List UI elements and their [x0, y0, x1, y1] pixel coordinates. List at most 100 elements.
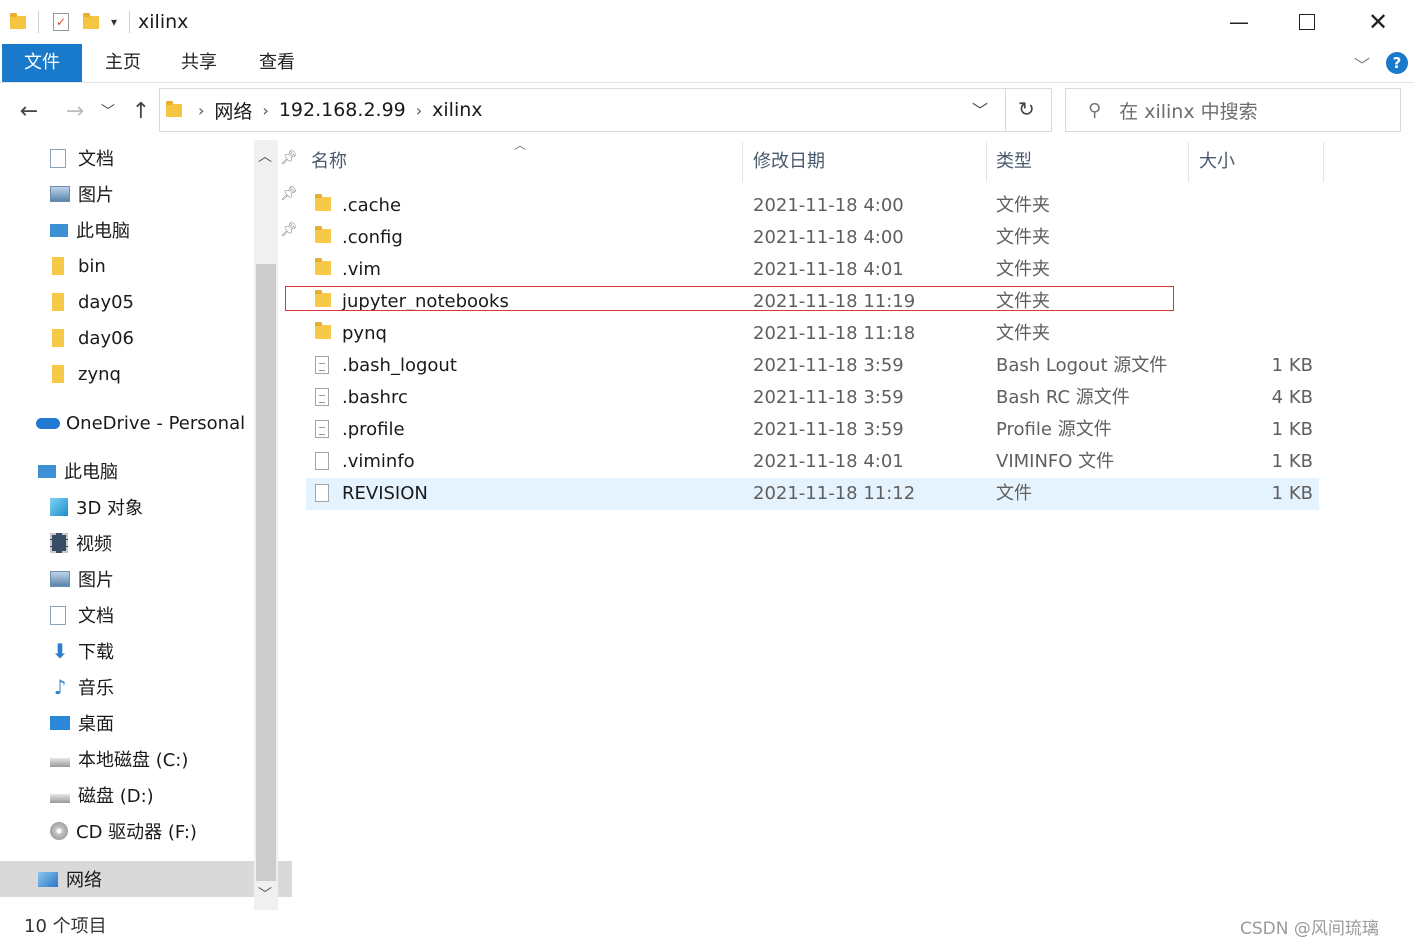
expand-ribbon-icon[interactable]: ﹀	[1354, 52, 1370, 76]
folder-icon	[52, 329, 64, 347]
onedrive-icon	[36, 417, 60, 429]
pin-icon[interactable]: 📌︎	[280, 186, 298, 202]
column-divider[interactable]	[1323, 142, 1324, 182]
chevron-right-icon[interactable]: ›	[416, 101, 422, 120]
file-row-config[interactable]: .config 2021-11-18 4:00 文件夹	[306, 222, 1319, 254]
explorer-folder-icon[interactable]	[10, 12, 26, 29]
nav-item-label: bin	[78, 255, 106, 277]
crumb-folder[interactable]: xilinx	[432, 99, 482, 121]
forward-button[interactable]: →	[58, 94, 92, 128]
file-size: 4 KB	[1271, 387, 1313, 408]
file-name: pynq	[342, 323, 387, 344]
file-name: .viminfo	[342, 451, 415, 472]
close-button[interactable]: ✕	[1343, 0, 1413, 44]
file-row-bashrc[interactable]: .bashrc 2021-11-18 3:59 Bash RC 源文件 4 KB	[306, 382, 1319, 414]
pin-icon[interactable]: 📌︎	[280, 222, 298, 238]
scroll-down-icon[interactable]: ﹀	[258, 884, 272, 904]
file-row-revision[interactable]: REVISION 2021-11-18 11:12 文件 1 KB	[306, 478, 1319, 510]
documents-icon	[50, 148, 66, 168]
file-date: 2021-11-18 3:59	[753, 355, 904, 376]
file-type: 文件夹	[996, 259, 1050, 280]
pictures-icon	[50, 186, 70, 202]
refresh-icon[interactable]: ↻	[1018, 97, 1035, 121]
nav-item-network[interactable]: 网络	[0, 861, 292, 897]
tab-view[interactable]: 查看	[248, 44, 306, 82]
file-type: Bash Logout 源文件	[996, 355, 1168, 376]
ribbon-tabs: 文件 主页 共享 查看 ﹀ ?	[0, 44, 1414, 83]
column-divider[interactable]	[986, 142, 987, 182]
watermark: CSDN @风间琉璃	[1240, 919, 1379, 939]
up-button[interactable]: ↑	[124, 94, 158, 128]
nav-item-label: 文档	[78, 149, 114, 170]
tab-home[interactable]: 主页	[94, 44, 152, 82]
column-header-type[interactable]: 类型	[996, 142, 1032, 182]
column-header-date[interactable]: 修改日期	[753, 142, 825, 182]
nav-item-label: 3D 对象	[76, 498, 144, 519]
source-file-icon	[315, 356, 329, 374]
new-folder-icon[interactable]	[83, 12, 99, 29]
file-row-viminfo[interactable]: .viminfo 2021-11-18 4:01 VIMINFO 文件 1 KB	[306, 446, 1319, 478]
help-icon[interactable]: ?	[1386, 52, 1408, 74]
nav-item-this-pc[interactable]: 此电脑	[0, 453, 292, 489]
nav-item-label: 磁盘 (D:)	[78, 786, 154, 807]
arrow-up-icon: ↑	[131, 98, 151, 124]
address-dropdown-icon[interactable]: ﹀	[972, 97, 988, 121]
chevron-right-icon[interactable]: ›	[198, 101, 204, 120]
file-row-pynq[interactable]: pynq 2021-11-18 11:18 文件夹	[306, 318, 1319, 350]
file-type: VIMINFO 文件	[996, 451, 1115, 472]
nav-item-label: 网络	[66, 870, 102, 891]
documents-icon	[50, 605, 66, 625]
file-row-cache[interactable]: .cache 2021-11-18 4:00 文件夹	[306, 190, 1319, 222]
nav-item-label: 本地磁盘 (C:)	[78, 750, 189, 771]
file-row-profile[interactable]: .profile 2021-11-18 3:59 Profile 源文件 1 K…	[306, 414, 1319, 446]
computer-icon	[50, 223, 68, 237]
file-type: 文件夹	[996, 227, 1050, 248]
crumb-network[interactable]: 网络	[214, 97, 252, 124]
crumb-host[interactable]: 192.168.2.99	[279, 99, 406, 121]
column-divider[interactable]	[1188, 142, 1189, 182]
file-date: 2021-11-18 4:00	[753, 195, 904, 216]
minimize-button[interactable]: —	[1204, 0, 1274, 44]
file-icon	[315, 484, 329, 502]
file-size: 1 KB	[1271, 419, 1313, 440]
search-input[interactable]: ⚲ 在 xilinx 中搜索	[1065, 88, 1401, 132]
file-row-vim[interactable]: .vim 2021-11-18 4:01 文件夹	[306, 254, 1319, 286]
videos-icon	[50, 533, 68, 553]
customize-toolbar-icon[interactable]: ▾	[111, 15, 117, 29]
tab-file[interactable]: 文件	[2, 44, 82, 82]
nav-item-onedrive[interactable]: OneDrive - Personal	[0, 405, 290, 441]
3d-objects-icon	[50, 498, 68, 516]
window-title: xilinx	[138, 11, 189, 33]
file-size: 1 KB	[1271, 451, 1313, 472]
maximize-button[interactable]	[1272, 0, 1342, 44]
address-bar[interactable]: › 网络 › 192.168.2.99 › xilinx ﹀ ↻	[159, 88, 1052, 132]
nav-item-label: 下载	[78, 642, 114, 663]
tab-share[interactable]: 共享	[170, 44, 228, 82]
file-row-bash-logout[interactable]: .bash_logout 2021-11-18 3:59 Bash Logout…	[306, 350, 1319, 382]
recent-locations-button[interactable]: ﹀	[94, 94, 122, 128]
scroll-up-icon[interactable]: ︿	[258, 146, 272, 166]
file-date: 2021-11-18 3:59	[753, 419, 904, 440]
drive-icon	[50, 757, 70, 767]
nav-item-label: 此电脑	[76, 221, 130, 242]
nav-item-label: 此电脑	[64, 462, 118, 483]
back-button[interactable]: ←	[12, 94, 46, 128]
pin-icon[interactable]: 📌︎	[280, 150, 298, 166]
arrow-left-icon: ←	[19, 98, 39, 124]
file-size: 1 KB	[1271, 483, 1313, 504]
title-bar: ✓ ▾ xilinx — ✕	[0, 0, 1414, 44]
column-header-size[interactable]: 大小	[1199, 142, 1235, 182]
source-file-icon	[315, 388, 329, 406]
file-date: 2021-11-18 11:12	[753, 483, 916, 504]
file-date: 2021-11-18 3:59	[753, 387, 904, 408]
nav-item-label: 图片	[78, 185, 114, 206]
column-header-name[interactable]: 名称	[311, 142, 347, 182]
nav-item-label: day06	[78, 327, 135, 349]
properties-icon[interactable]: ✓	[53, 13, 69, 31]
column-divider[interactable]	[742, 142, 743, 182]
chevron-right-icon[interactable]: ›	[262, 101, 268, 120]
nav-scrollbar-thumb[interactable]	[256, 264, 276, 881]
pictures-icon	[50, 571, 70, 587]
folder-icon	[315, 322, 331, 339]
file-name: REVISION	[342, 483, 428, 504]
